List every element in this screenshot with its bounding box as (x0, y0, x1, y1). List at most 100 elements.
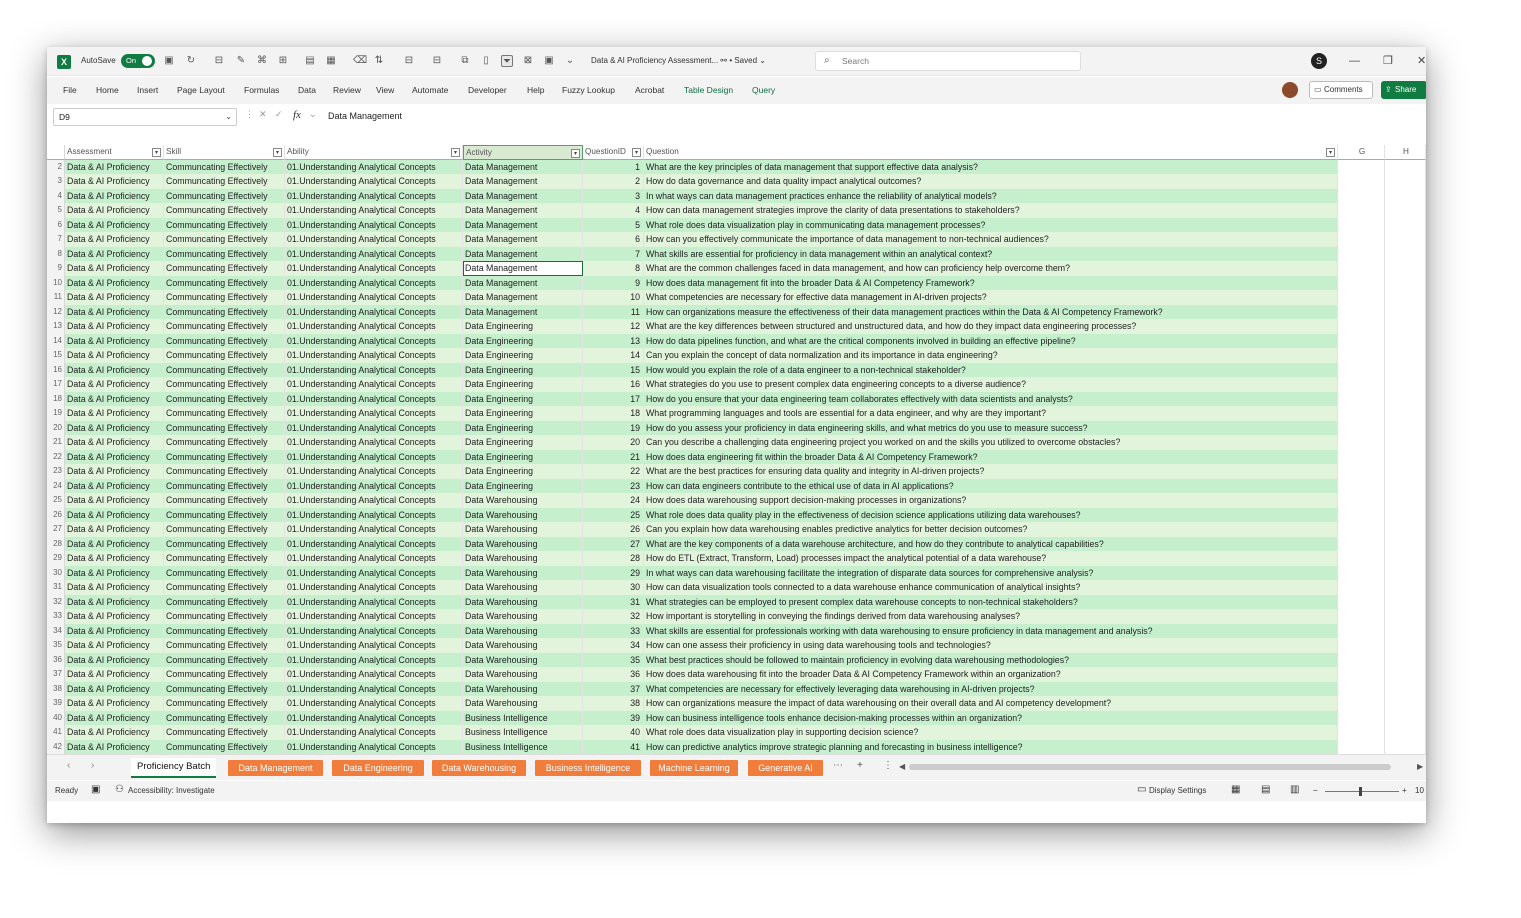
cell-ability[interactable]: 01.Understanding Analytical Concepts (285, 449, 463, 464)
cell-question[interactable]: What competencies are necessary for effe… (644, 290, 1338, 305)
cell-empty-h[interactable] (1385, 710, 1426, 725)
cell-assessment[interactable]: Data & AI Proficiency (65, 348, 164, 363)
cell-skill[interactable]: Communcating Effectively (164, 681, 285, 696)
cell-ability[interactable]: 01.Understanding Analytical Concepts (285, 609, 463, 624)
cell-question[interactable]: In what ways can data management practic… (644, 188, 1338, 203)
cell-question-id[interactable]: 15 (583, 362, 644, 377)
cell-question[interactable]: How can data engineers contribute to the… (644, 478, 1338, 493)
cell-skill[interactable]: Communcating Effectively (164, 348, 285, 363)
cell-empty-g[interactable] (1338, 420, 1385, 435)
cell-activity[interactable]: Business Intelligence (463, 725, 583, 740)
header-question[interactable]: Question ▾ (644, 145, 1338, 160)
cell-ability[interactable]: 01.Understanding Analytical Concepts (285, 710, 463, 725)
cell-question[interactable]: What strategies do you use to present co… (644, 377, 1338, 392)
cell-question[interactable]: What role does data visualization play i… (644, 725, 1338, 740)
cell-empty-h[interactable] (1385, 406, 1426, 421)
header-assessment[interactable]: Assessment ▾ (65, 145, 164, 160)
cell-assessment[interactable]: Data & AI Proficiency (65, 696, 164, 711)
more-sheets-icon[interactable]: ⋯ (833, 760, 843, 771)
cell-question-id[interactable]: 22 (583, 464, 644, 479)
cell-empty-h[interactable] (1385, 333, 1426, 348)
cell-question[interactable]: What skills are essential for profession… (644, 623, 1338, 638)
cell-empty-g[interactable] (1338, 507, 1385, 522)
cell-empty-h[interactable] (1385, 304, 1426, 319)
cell-skill[interactable]: Communcating Effectively (164, 203, 285, 218)
cell-skill[interactable]: Communcating Effectively (164, 667, 285, 682)
merge-icon[interactable]: ▤ (304, 55, 316, 67)
cell-ability[interactable]: 01.Understanding Analytical Concepts (285, 638, 463, 653)
cell-skill[interactable]: Communcating Effectively (164, 609, 285, 624)
cell-skill[interactable]: Communcating Effectively (164, 217, 285, 232)
cell-empty-g[interactable] (1338, 232, 1385, 247)
filter-icon[interactable]: ⏷ (501, 55, 513, 67)
cell-question-id[interactable]: 27 (583, 536, 644, 551)
sort-icon[interactable]: ⇅ (373, 55, 385, 67)
header-ability[interactable]: Ability ▾ (285, 145, 463, 160)
cell-empty-h[interactable] (1385, 638, 1426, 653)
cell-ability[interactable]: 01.Understanding Analytical Concepts (285, 290, 463, 305)
cell-empty-h[interactable] (1385, 348, 1426, 363)
cell-skill[interactable]: Communcating Effectively (164, 478, 285, 493)
cell-ability[interactable]: 01.Understanding Analytical Concepts (285, 623, 463, 638)
cell-empty-h[interactable] (1385, 667, 1426, 682)
cell-ability[interactable]: 01.Understanding Analytical Concepts (285, 696, 463, 711)
formula-input[interactable]: Data Management (328, 111, 402, 121)
cell-empty-g[interactable] (1338, 623, 1385, 638)
tab-table-design[interactable]: Table Design (684, 85, 733, 95)
cell-question[interactable]: How does data management fit into the br… (644, 275, 1338, 290)
cell-empty-g[interactable] (1338, 348, 1385, 363)
cell-question[interactable]: Can you explain the concept of data norm… (644, 348, 1338, 363)
sheet-tab-business-intelligence[interactable]: Business Intelligence (535, 760, 641, 776)
cell-assessment[interactable]: Data & AI Proficiency (65, 449, 164, 464)
row-number[interactable]: 10 (47, 275, 65, 290)
shapes-icon[interactable]: ⊟ (213, 55, 225, 67)
cell-empty-g[interactable] (1338, 362, 1385, 377)
cell-skill[interactable]: Communcating Effectively (164, 420, 285, 435)
cell-empty-h[interactable] (1385, 464, 1426, 479)
cell-activity[interactable]: Data Management (463, 290, 583, 305)
cell-assessment[interactable]: Data & AI Proficiency (65, 333, 164, 348)
cell-skill[interactable]: Communcating Effectively (164, 333, 285, 348)
cell-activity[interactable]: Data Engineering (463, 420, 583, 435)
cell-question-id[interactable]: 4 (583, 203, 644, 218)
search-box[interactable]: ⌕ Search (815, 51, 1081, 71)
cell-assessment[interactable]: Data & AI Proficiency (65, 464, 164, 479)
cell-question-id[interactable]: 36 (583, 667, 644, 682)
cell-activity[interactable]: Data Management (463, 246, 583, 261)
cell-question-id[interactable]: 29 (583, 565, 644, 580)
cell-empty-h[interactable] (1385, 594, 1426, 609)
cell-assessment[interactable]: Data & AI Proficiency (65, 681, 164, 696)
tab-developer[interactable]: Developer (468, 85, 507, 95)
format-painter-icon[interactable]: ⌘ (256, 55, 268, 67)
cell-empty-g[interactable] (1338, 304, 1385, 319)
cell-skill[interactable]: Communcating Effectively (164, 710, 285, 725)
tab-options-icon[interactable]: ⋮ (883, 760, 893, 771)
horizontal-scrollbar[interactable] (909, 764, 1391, 770)
name-box[interactable]: D9 ⌄ (53, 108, 237, 126)
zoom-slider[interactable] (1325, 791, 1399, 792)
cell-question-id[interactable]: 14 (583, 348, 644, 363)
cell-empty-h[interactable] (1385, 203, 1426, 218)
cell-question[interactable]: How does data warehousing fit into the b… (644, 667, 1338, 682)
row-number[interactable]: 41 (47, 725, 65, 740)
cell-assessment[interactable]: Data & AI Proficiency (65, 159, 164, 174)
macro-record-icon[interactable]: ▣ (91, 784, 100, 795)
copy-icon[interactable]: ⧉ (459, 55, 471, 67)
column-header-h[interactable]: H (1385, 145, 1426, 160)
cell-ability[interactable]: 01.Understanding Analytical Concepts (285, 493, 463, 508)
customize-qat-icon[interactable]: ⌄ (564, 55, 576, 67)
row-number[interactable]: 32 (47, 594, 65, 609)
cell-skill[interactable]: Communcating Effectively (164, 159, 285, 174)
cell-assessment[interactable]: Data & AI Proficiency (65, 290, 164, 305)
cell-ability[interactable]: 01.Understanding Analytical Concepts (285, 435, 463, 450)
cell-empty-g[interactable] (1338, 188, 1385, 203)
cell-ability[interactable]: 01.Understanding Analytical Concepts (285, 464, 463, 479)
cell-empty-g[interactable] (1338, 580, 1385, 595)
cell-question[interactable]: How can predictive analytics improve str… (644, 739, 1338, 754)
accessibility-status[interactable]: Accessibility: Investigate (128, 786, 215, 795)
cell-empty-g[interactable] (1338, 667, 1385, 682)
cell-skill[interactable]: Communcating Effectively (164, 580, 285, 595)
cell-question-id[interactable]: 9 (583, 275, 644, 290)
cell-activity[interactable]: Data Warehousing (463, 667, 583, 682)
cell-question[interactable]: How does data warehousing support decisi… (644, 493, 1338, 508)
